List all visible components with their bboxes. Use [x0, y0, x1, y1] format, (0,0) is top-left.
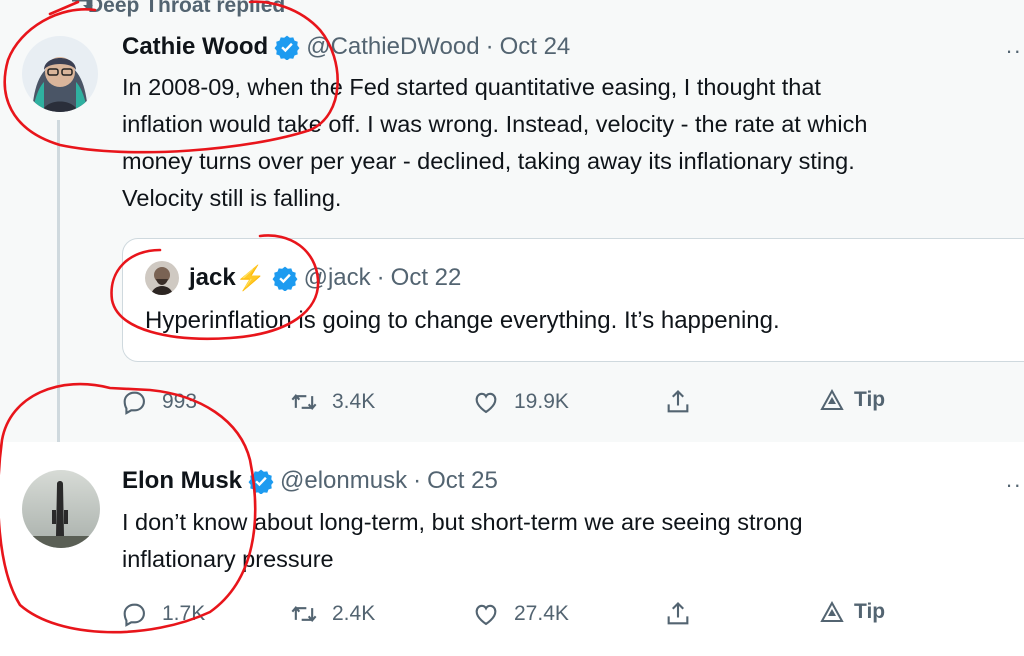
share-button[interactable]: [664, 600, 706, 628]
thread-line: [57, 120, 60, 442]
share-icon: [667, 390, 689, 413]
tweet-date[interactable]: Oct 25: [427, 467, 498, 495]
avatar-elon-musk: [22, 470, 100, 548]
author-handle[interactable]: @elonmusk: [280, 467, 407, 495]
thread-context-label[interactable]: Deep Throat replied: [88, 0, 285, 18]
reply-count: 1.7K: [162, 602, 206, 625]
like-count: 27.4K: [514, 602, 569, 625]
tip-label: Tip: [854, 388, 886, 411]
like-icon: [475, 604, 497, 626]
reply-icon: [123, 603, 145, 627]
tip-icon: [820, 388, 844, 410]
retweet-button[interactable]: 2.4K: [290, 600, 375, 628]
verified-icon: [274, 35, 300, 60]
retweet-count: 3.4K: [332, 390, 376, 413]
avatar-cathie-wood: [22, 36, 98, 112]
verified-icon: [248, 469, 274, 494]
retweet-button[interactable]: 3.4K: [290, 388, 375, 416]
tweet-header: Elon Musk @elonmusk · Oct 25: [122, 467, 498, 495]
share-button[interactable]: [664, 388, 706, 416]
tweet-text: In 2008-09, when the Fed started quantit…: [122, 74, 868, 211]
quote-date[interactable]: Oct 22: [391, 264, 462, 292]
tip-label: Tip: [854, 600, 886, 623]
tweet-text: I don’t know about long-term, but short-…: [122, 509, 803, 572]
tip-icon: [820, 600, 844, 622]
quote-author-handle[interactable]: @jack: [304, 264, 371, 292]
verified-icon: [272, 266, 298, 291]
quote-header: jack ⚡ @jack · Oct 22: [145, 261, 461, 295]
like-button[interactable]: 19.9K: [472, 388, 569, 416]
avatar-jack: [145, 261, 179, 295]
reply-icon: [123, 391, 145, 415]
lightning-emoji: ⚡: [235, 264, 266, 292]
like-button[interactable]: 27.4K: [472, 600, 569, 628]
action-bar: 993 3.4K 19.9K Tip: [120, 388, 920, 418]
more-icon[interactable]: ··: [1005, 472, 1022, 498]
share-icon: [667, 602, 689, 625]
quoted-tweet[interactable]: jack ⚡ @jack · Oct 22 Hyperinflation is …: [122, 238, 1024, 362]
avatar[interactable]: [22, 470, 100, 548]
reply-button[interactable]: 1.7K: [120, 600, 205, 628]
tweet-date[interactable]: Oct 24: [500, 33, 571, 61]
tweet-header: Cathie Wood @CathieDWood · Oct 24: [122, 33, 570, 61]
quote-text: Hyperinflation is going to change everyt…: [145, 307, 780, 334]
like-count: 19.9K: [514, 390, 569, 413]
tweet-elon-musk[interactable]: Elon Musk @elonmusk · Oct 25 ·· I don’t …: [0, 442, 1024, 656]
author-name[interactable]: Elon Musk: [122, 467, 242, 495]
tweet-cathie-wood[interactable]: Deep Throat replied Cathie Wood @CathieD…: [0, 0, 1024, 442]
reply-count: 993: [162, 390, 198, 413]
quote-author-name[interactable]: jack: [189, 264, 236, 292]
avatar: [145, 261, 179, 295]
avatar[interactable]: [22, 36, 98, 112]
retweet-icon: [291, 605, 317, 623]
retweet-icon: [291, 393, 317, 411]
author-name[interactable]: Cathie Wood: [122, 33, 268, 61]
tip-button[interactable]: Tip: [820, 388, 885, 412]
author-handle[interactable]: @CathieDWood: [306, 33, 479, 61]
tip-button[interactable]: Tip: [820, 600, 885, 624]
separator-dot: ·: [413, 467, 422, 494]
separator-dot: ·: [376, 264, 385, 291]
more-icon[interactable]: ··: [1005, 38, 1022, 64]
separator-dot: ·: [485, 33, 494, 60]
reply-button[interactable]: 993: [120, 388, 197, 416]
action-bar: 1.7K 2.4K 27.4K Tip: [120, 600, 920, 630]
like-icon: [475, 392, 497, 414]
retweet-count: 2.4K: [332, 602, 376, 625]
